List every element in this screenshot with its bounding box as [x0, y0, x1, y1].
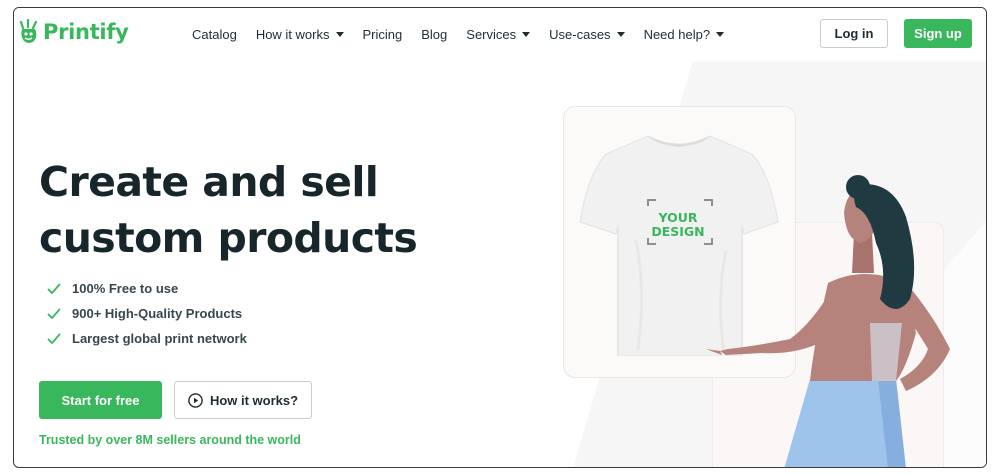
nav-item-blog[interactable]: Blog [421, 27, 447, 42]
top-navbar: Printify Catalog How it works Pricing Bl… [14, 8, 986, 61]
hero-headline-line: custom products [39, 214, 418, 262]
chevron-down-icon [335, 32, 344, 37]
play-circle-icon [188, 392, 203, 408]
hero-headline: Create and sell custom products [39, 154, 418, 266]
feature-list: 100% Free to use 900+ High-Quality Produ… [47, 276, 247, 351]
chevron-down-icon [716, 32, 725, 37]
feature-item: Largest global print network [47, 326, 247, 351]
start-for-free-button[interactable]: Start for free [39, 381, 162, 419]
browser-frame: Printify Catalog How it works Pricing Bl… [13, 7, 987, 468]
trusted-by-text: Trusted by over 8M sellers around the wo… [39, 433, 301, 447]
chevron-down-icon [522, 32, 531, 37]
main-nav: Catalog How it works Pricing Blog Servic… [192, 8, 743, 61]
nav-item-label: How it works [255, 27, 330, 42]
login-button[interactable]: Log in [820, 19, 888, 48]
printify-logo-icon [19, 19, 38, 43]
nav-item-services[interactable]: Services [466, 27, 531, 42]
nav-item-catalog[interactable]: Catalog [192, 27, 237, 42]
feature-item: 900+ High-Quality Products [47, 301, 247, 326]
woman-illustration [706, 175, 950, 467]
nav-item-need-help[interactable]: Need help? [644, 27, 725, 42]
nav-item-label: Use-cases [549, 27, 611, 42]
how-it-works-label: How it works? [209, 392, 299, 408]
check-icon [47, 283, 61, 294]
nav-item-label: Services [466, 27, 517, 42]
nav-item-how-it-works[interactable]: How it works [256, 27, 344, 42]
hero-headline-line: Create and sell [39, 158, 379, 206]
logo-text: Printify [43, 20, 129, 44]
nav-item-use-cases[interactable]: Use-cases [549, 27, 625, 42]
nav-item-pricing[interactable]: Pricing [363, 27, 403, 42]
nav-item-label: Pricing [362, 27, 403, 42]
check-icon [47, 333, 61, 344]
signup-button[interactable]: Sign up [904, 19, 972, 48]
chevron-down-icon [616, 32, 625, 37]
how-it-works-button[interactable]: How it works? [174, 381, 312, 419]
check-icon [47, 308, 61, 319]
nav-item-label: Need help? [643, 27, 711, 42]
nav-item-label: Blog [421, 27, 448, 42]
feature-label: Largest global print network [72, 331, 247, 346]
feature-label: 100% Free to use [72, 281, 179, 296]
feature-label: 900+ High-Quality Products [72, 306, 243, 321]
nav-item-label: Catalog [192, 27, 237, 42]
logo[interactable]: Printify [19, 19, 129, 45]
feature-item: 100% Free to use [47, 276, 247, 301]
